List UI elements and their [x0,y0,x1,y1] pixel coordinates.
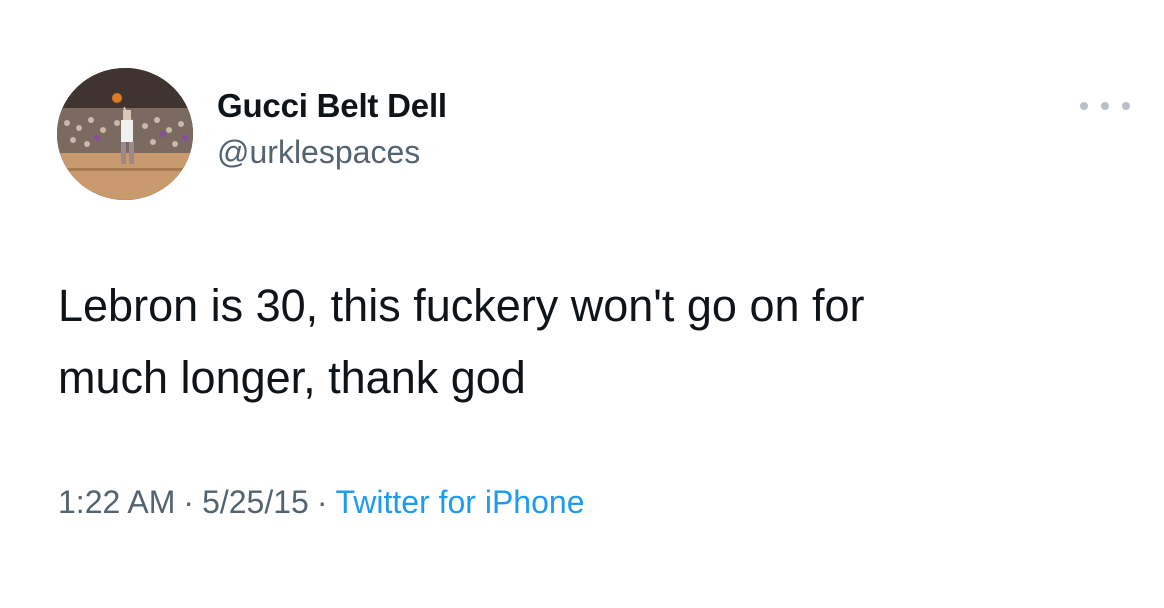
avatar[interactable] [57,68,193,200]
user-handle[interactable]: @urklespaces [217,132,447,172]
tweet-date[interactable]: 5/25/15 [202,484,309,520]
more-dot [1122,102,1130,110]
meta-separator: · [183,484,195,520]
meta-separator: · [316,484,328,520]
tweet-text: Lebron is 30, this fuckery won't go on f… [58,280,865,403]
more-options-icon[interactable] [1080,96,1130,116]
more-dot [1080,102,1088,110]
tweet-card: Gucci Belt Dell @urklespaces Lebron is 3… [0,0,1164,608]
tweet-meta: 1:22 AM · 5/25/15 · Twitter for iPhone [58,482,584,522]
more-dot [1101,102,1109,110]
display-name[interactable]: Gucci Belt Dell [217,86,447,126]
author-block: Gucci Belt Dell @urklespaces [217,86,447,172]
basketball-player-photo-icon [57,68,193,200]
tweet-time[interactable]: 1:22 AM [58,484,175,520]
tweet-source-link[interactable]: Twitter for iPhone [335,484,584,520]
